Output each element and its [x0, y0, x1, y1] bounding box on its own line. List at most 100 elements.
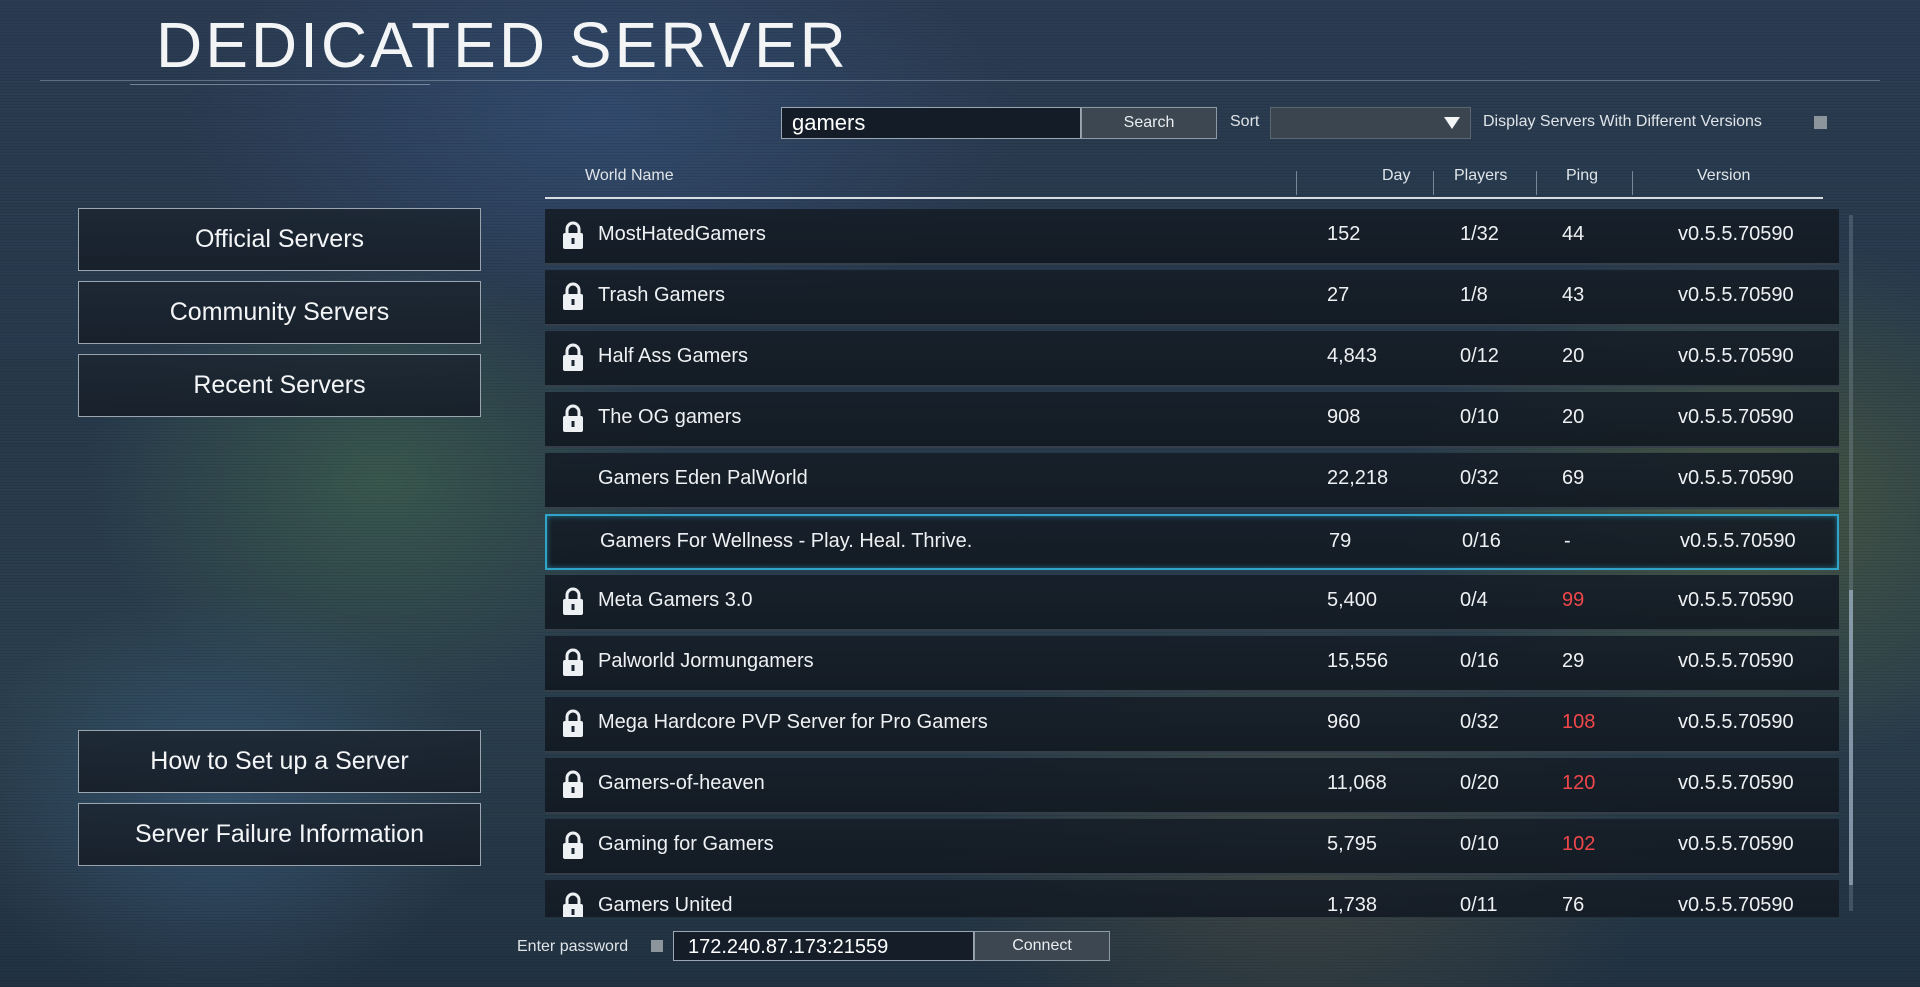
table-row[interactable]: Meta Gamers 3.0 5,400 0/4 99 v0.5.5.70590 — [545, 575, 1839, 631]
server-list[interactable]: MostHatedGamers 152 1/32 44 v0.5.5.70590 Tras… — [545, 209, 1839, 917]
players-cell: 1/8 — [1460, 284, 1488, 306]
enter-password-label: Enter password — [517, 938, 629, 955]
version-cell: v0.5.5.70590 — [1680, 530, 1796, 552]
column-header-day[interactable]: Day — [1382, 167, 1410, 185]
display-versions-checkbox[interactable] — [1814, 116, 1827, 129]
day-cell: 908 — [1327, 406, 1361, 428]
column-divider — [1632, 171, 1633, 195]
players-cell: 0/12 — [1460, 345, 1499, 367]
day-cell: 4,843 — [1327, 345, 1378, 367]
column-divider — [1536, 171, 1537, 195]
column-header-version[interactable]: Version — [1697, 167, 1750, 185]
world-name-cell: Trash Gamers — [598, 284, 726, 306]
server-table-header: World Name Day Players Ping Version — [545, 165, 1823, 199]
search-input[interactable] — [792, 108, 1062, 138]
column-divider — [1433, 171, 1434, 195]
players-cell: 0/16 — [1460, 650, 1499, 672]
version-cell: v0.5.5.70590 — [1678, 711, 1794, 733]
world-name-cell: Gamers United — [598, 894, 733, 916]
lock-icon — [561, 647, 585, 677]
column-divider — [1296, 171, 1297, 195]
table-row[interactable]: Palworld Jormungamers 15,556 0/16 29 v0.5.5.… — [545, 636, 1839, 692]
lock-icon — [561, 342, 585, 372]
table-row[interactable]: Mega Hardcore PVP Server for Pro Gamers 9… — [545, 697, 1839, 753]
server-address-input[interactable] — [688, 934, 968, 960]
table-row[interactable]: Gaming for Gamers 5,795 0/10 102 v0.5.5.7059… — [545, 819, 1839, 875]
lock-icon — [561, 220, 585, 250]
version-cell: v0.5.5.70590 — [1678, 833, 1794, 855]
ping-cell: 102 — [1562, 833, 1596, 855]
version-cell: v0.5.5.70590 — [1678, 894, 1794, 916]
world-name-cell: Palworld Jormungamers — [598, 650, 814, 672]
lock-icon — [561, 708, 585, 738]
lock-icon — [561, 403, 585, 433]
players-cell: 0/32 — [1460, 711, 1499, 733]
lock-icon — [561, 830, 585, 860]
world-name-cell: The OG gamers — [598, 406, 742, 428]
day-cell: 27 — [1327, 284, 1350, 306]
day-cell: 15,556 — [1327, 650, 1389, 672]
how-to-setup-server-button[interactable]: How to Set up a Server — [78, 730, 481, 793]
column-header-ping[interactable]: Ping — [1566, 167, 1598, 185]
connect-button[interactable]: Connect — [974, 931, 1110, 961]
table-row[interactable]: MostHatedGamers 152 1/32 44 v0.5.5.70590 — [545, 209, 1839, 265]
title-divider — [40, 80, 1880, 81]
table-row[interactable]: Half Ass Gamers 4,843 0/12 20 v0.5.5.70590 — [545, 331, 1839, 387]
server-failure-info-button[interactable]: Server Failure Information — [78, 803, 481, 866]
ping-cell: 120 — [1562, 772, 1596, 794]
version-cell: v0.5.5.70590 — [1678, 406, 1794, 428]
lock-icon — [561, 769, 585, 799]
ping-cell: 29 — [1562, 650, 1585, 672]
lock-icon — [561, 586, 585, 616]
ping-cell: 69 — [1562, 467, 1585, 489]
day-cell: 5,400 — [1327, 589, 1378, 611]
table-row[interactable]: The OG gamers 908 0/10 20 v0.5.5.70590 — [545, 392, 1839, 448]
world-name-cell: Gamers-of-heaven — [598, 772, 765, 794]
version-cell: v0.5.5.70590 — [1678, 772, 1794, 794]
column-header-players[interactable]: Players — [1454, 167, 1507, 185]
players-cell: 0/10 — [1460, 406, 1499, 428]
players-cell: 0/4 — [1460, 589, 1488, 611]
day-cell: 1,738 — [1327, 894, 1378, 916]
world-name-cell: Half Ass Gamers — [598, 345, 749, 367]
search-field[interactable] — [781, 107, 1081, 139]
version-cell: v0.5.5.70590 — [1678, 284, 1794, 306]
version-cell: v0.5.5.70590 — [1678, 345, 1794, 367]
search-button[interactable]: Search — [1081, 107, 1217, 139]
world-name-cell: Meta Gamers 3.0 — [598, 589, 753, 611]
sort-label: Sort — [1230, 113, 1260, 130]
server-address-field[interactable] — [673, 931, 974, 961]
players-cell: 0/11 — [1460, 894, 1498, 916]
official-servers-button[interactable]: Official Servers — [78, 208, 481, 271]
day-cell: 960 — [1327, 711, 1361, 733]
column-header-world-name[interactable]: World Name — [585, 167, 674, 185]
recent-servers-button[interactable]: Recent Servers — [78, 354, 481, 417]
players-cell: 1/32 — [1460, 223, 1499, 245]
table-row[interactable]: Trash Gamers 27 1/8 43 v0.5.5.70590 — [545, 270, 1839, 326]
sort-dropdown[interactable] — [1270, 107, 1471, 139]
version-cell: v0.5.5.70590 — [1678, 589, 1794, 611]
table-row[interactable]: Gamers-of-heaven 11,068 0/20 120 v0.5.5.7059… — [545, 758, 1839, 814]
players-cell: 0/32 — [1460, 467, 1499, 489]
table-row[interactable]: Gamers Eden PalWorld 22,218 0/32 69 v0.5.5.7… — [545, 453, 1839, 509]
community-servers-button[interactable]: Community Servers — [78, 281, 481, 344]
ping-cell: 99 — [1562, 589, 1585, 611]
day-cell: 152 — [1327, 223, 1361, 245]
page-title: DEDICATED SERVER — [156, 9, 849, 81]
ping-cell: 20 — [1562, 345, 1585, 367]
title-accent-line — [130, 84, 430, 85]
enter-password-checkbox[interactable] — [651, 940, 663, 952]
ping-cell: 20 — [1562, 406, 1585, 428]
world-name-cell: Gamers For Wellness - Play. Heal. Thrive… — [600, 530, 973, 552]
world-name-cell: Gamers Eden PalWorld — [598, 467, 808, 489]
display-versions-label: Display Servers With Different Versions — [1483, 113, 1762, 130]
ping-cell: 108 — [1562, 711, 1596, 733]
day-cell: 5,795 — [1327, 833, 1378, 855]
scrollbar-thumb[interactable] — [1849, 590, 1853, 885]
table-row[interactable]: Gamers For Wellness - Play. Heal. Thrive… — [545, 514, 1839, 570]
day-cell: 11,068 — [1327, 772, 1387, 794]
players-cell: 0/16 — [1462, 530, 1501, 552]
table-row[interactable]: Gamers United 1,738 0/11 76 v0.5.5.70590 — [545, 880, 1839, 917]
dropdown-arrow-icon — [1444, 117, 1460, 129]
world-name-cell: Gaming for Gamers — [598, 833, 774, 855]
